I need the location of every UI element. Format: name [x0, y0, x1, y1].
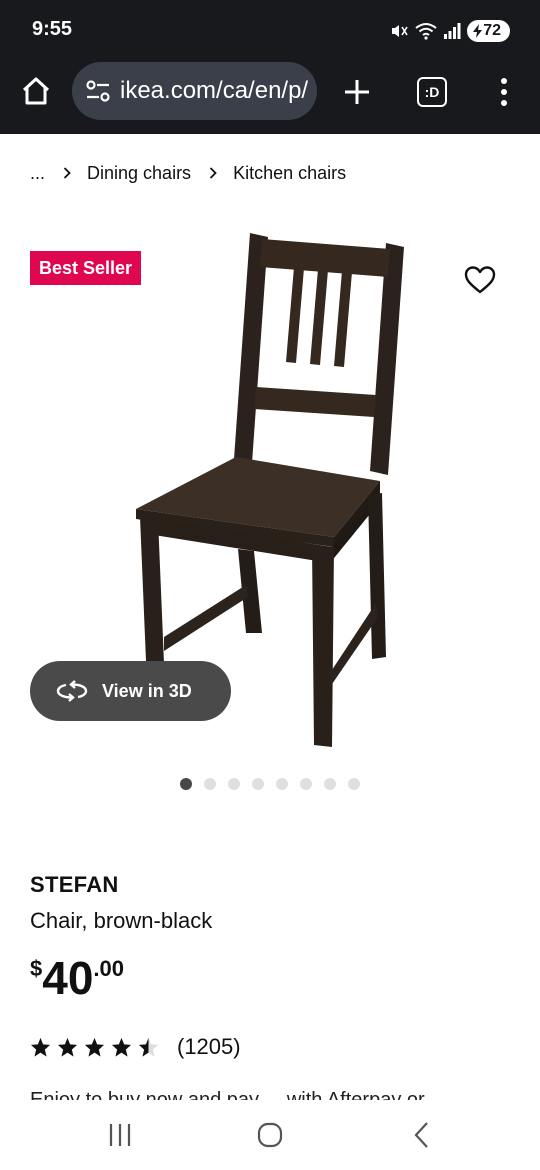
home-circle-icon[interactable]	[257, 1122, 283, 1148]
rating-stars	[30, 1037, 159, 1057]
carousel-dot[interactable]	[348, 778, 360, 790]
chevron-right-icon	[63, 167, 73, 179]
star-full-icon	[30, 1037, 51, 1057]
price-integer: 40	[42, 952, 94, 1004]
mute-icon	[392, 25, 408, 37]
system-nav-bar	[0, 1100, 540, 1170]
star-full-icon	[57, 1037, 78, 1057]
truncated-promo-text: Enjoy to buy now and pay ... with Afterp…	[30, 1086, 510, 1100]
address-bar[interactable]: ikea.com/ca/en/p/	[72, 62, 317, 120]
breadcrumb-ellipsis[interactable]: ...	[30, 163, 45, 184]
site-settings-icon[interactable]	[84, 77, 112, 105]
signal-icon	[444, 23, 461, 39]
carousel-dot[interactable]	[276, 778, 288, 790]
breadcrumb: ... Dining chairs Kitchen chairs	[30, 160, 346, 186]
battery-indicator: 72	[467, 20, 510, 42]
carousel-dot[interactable]	[204, 778, 216, 790]
tab-switcher-button[interactable]: :D	[417, 77, 447, 107]
product-price: $ 40 .00	[30, 950, 124, 1006]
star-half-icon	[138, 1037, 159, 1057]
more-vert-icon[interactable]	[493, 76, 515, 108]
review-count[interactable]: (1205)	[177, 1034, 241, 1060]
promo-text: Enjoy to buy now and pay ... with Afterp…	[30, 1089, 447, 1100]
chevron-right-icon	[209, 167, 219, 179]
price-decimal: .00	[93, 956, 125, 981]
view-in-3d-label: View in 3D	[102, 680, 192, 701]
carousel-dot[interactable]	[228, 778, 240, 790]
status-icons: 72	[389, 18, 510, 44]
wifi-icon	[415, 23, 437, 40]
battery-level: 72	[483, 22, 501, 39]
status-time: 9:55	[32, 18, 73, 40]
view-in-3d-button[interactable]: View in 3D	[30, 661, 231, 721]
product-rating[interactable]: (1205)	[30, 1032, 241, 1062]
heart-icon[interactable]	[464, 265, 496, 295]
product-description: Chair, brown-black	[30, 908, 213, 933]
plus-icon[interactable]	[341, 76, 373, 108]
carousel-dot-active[interactable]	[180, 778, 192, 790]
star-full-icon	[84, 1037, 105, 1057]
browser-chrome: 9:55 72 ikea.com/ca/en/p/:D	[0, 0, 540, 134]
url-text[interactable]: ikea.com/ca/en/p/	[120, 77, 308, 105]
product-name: STEFAN	[30, 872, 119, 897]
carousel-dot[interactable]	[324, 778, 336, 790]
home-icon[interactable]	[18, 73, 54, 109]
star-full-icon	[111, 1037, 132, 1057]
charging-icon	[473, 24, 483, 38]
recent-apps-icon[interactable]	[108, 1122, 132, 1148]
breadcrumb-dining-chairs[interactable]: Dining chairs	[87, 163, 191, 184]
carousel-indicator	[180, 778, 360, 790]
back-icon[interactable]	[412, 1121, 432, 1149]
carousel-dot[interactable]	[300, 778, 312, 790]
carousel-dot[interactable]	[252, 778, 264, 790]
breadcrumb-kitchen-chairs[interactable]: Kitchen chairs	[233, 163, 346, 184]
rotate-3d-icon	[56, 680, 88, 702]
price-currency: $	[30, 956, 43, 981]
